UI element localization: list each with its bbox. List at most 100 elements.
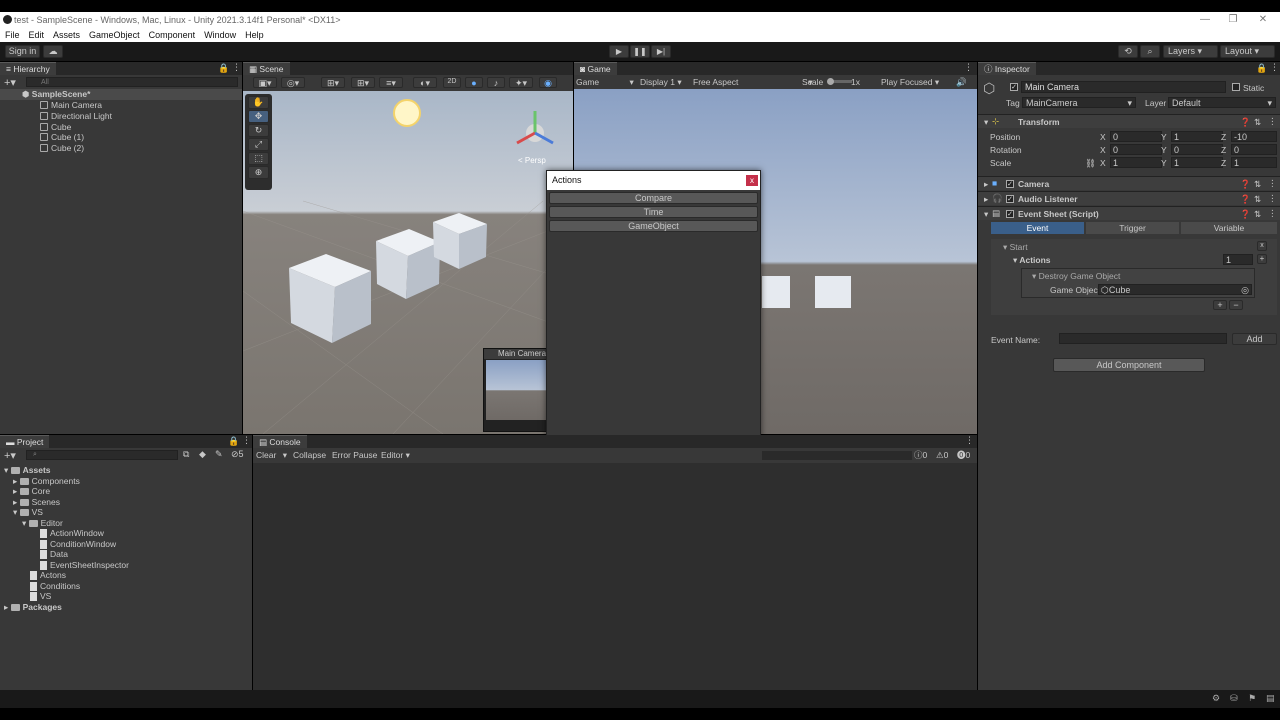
variable-tab[interactable]: Variable: [1181, 222, 1277, 234]
project-item[interactable]: ActionWindow: [40, 528, 104, 539]
gameobject-button[interactable]: GameObject: [549, 220, 758, 232]
search-icon[interactable]: ⌕: [1140, 45, 1160, 58]
add-action-button[interactable]: +: [1257, 254, 1267, 264]
tag-dropdown[interactable]: MainCamera ▾: [1022, 97, 1136, 108]
create-asset-icon[interactable]: +▾: [4, 449, 16, 462]
project-item[interactable]: ▸ Scenes: [13, 497, 60, 508]
scale-x-field[interactable]: 1: [1110, 157, 1162, 168]
trigger-tab[interactable]: Trigger: [1086, 222, 1179, 234]
actions-close-button[interactable]: x: [746, 175, 758, 186]
history-icon[interactable]: ⟲: [1118, 45, 1138, 58]
add-event-button[interactable]: Add: [1232, 333, 1277, 345]
position-z-field[interactable]: -10: [1231, 131, 1277, 142]
more-icon[interactable]: ⋮: [242, 435, 251, 446]
pause-button[interactable]: ❚❚: [630, 45, 650, 58]
project-item[interactable]: EventSheetInspector: [40, 560, 129, 571]
scene-viewport[interactable]: < Persp ✋ ✥ ↻ ⤢ ⬚ ⊕ Main Camera: [243, 91, 573, 434]
visibility-icon[interactable]: ◉: [539, 77, 557, 88]
hierarchy-item[interactable]: Cube: [40, 122, 71, 133]
effects-icon[interactable]: ✦▾: [509, 77, 533, 88]
menu-component[interactable]: Component: [149, 30, 196, 40]
menu-help[interactable]: Help: [245, 30, 264, 40]
object-name-field[interactable]: Main Camera: [1021, 81, 1226, 93]
rotation-x-field[interactable]: 0: [1110, 144, 1162, 155]
tab-hierarchy[interactable]: ≡ Hierarchy: [0, 62, 56, 75]
move-tool-icon[interactable]: ✥: [248, 110, 269, 123]
help-icon[interactable]: ❓: [1240, 209, 1251, 220]
preset-icon[interactable]: ⇅: [1254, 179, 1261, 190]
project-item[interactable]: ▸ Components: [13, 476, 80, 487]
scene-root[interactable]: ⬢ SampleScene*: [0, 89, 242, 100]
play-focused-dropdown[interactable]: Play Focused ▾: [881, 75, 939, 89]
tab-project[interactable]: ▬ Project: [0, 435, 50, 448]
menu-edit[interactable]: Edit: [29, 30, 45, 40]
project-item[interactable]: ▾ Editor: [22, 518, 63, 529]
rotation-y-field[interactable]: 0: [1171, 144, 1223, 155]
display-mode-dropdown[interactable]: Game ▾: [576, 75, 634, 89]
tab-inspector[interactable]: ⓘ Inspector: [978, 62, 1036, 75]
hierarchy-item[interactable]: Main Camera: [40, 100, 102, 111]
grid-snap-icon[interactable]: ⊞▾: [321, 77, 345, 88]
help-icon[interactable]: ❓: [1240, 117, 1251, 128]
link-icon[interactable]: ⛓: [1085, 158, 1096, 169]
scale-slider[interactable]: [827, 78, 852, 85]
shading-icon[interactable]: ◐▾: [413, 77, 437, 88]
project-item[interactable]: ▾ VS: [13, 507, 43, 518]
event-sheet-header[interactable]: ▾ ▤ ✓ Event Sheet (Script) ❓ ⇅ ⋮: [978, 206, 1280, 220]
layers-dropdown[interactable]: Layers ▾: [1163, 45, 1218, 58]
position-y-field[interactable]: 1: [1171, 131, 1223, 142]
project-item[interactable]: Actons: [30, 570, 66, 581]
transform-header[interactable]: ▾ ⊹ Transform ❓ ⇅ ⋮: [978, 114, 1280, 128]
object-picker-icon[interactable]: ◎: [1241, 285, 1249, 295]
lock-icon[interactable]: 🔒: [1256, 63, 1267, 74]
project-item[interactable]: ConditionWindow: [40, 539, 116, 550]
menu-window[interactable]: Window: [204, 30, 236, 40]
component-menu-icon[interactable]: ⋮: [1268, 178, 1277, 189]
actions-foldout[interactable]: ▾ Actions: [1013, 255, 1051, 266]
collapse-toggle[interactable]: Collapse: [293, 448, 326, 462]
editor-dropdown[interactable]: Editor ▾: [381, 448, 410, 462]
camera-enabled-checkbox[interactable]: ✓: [1006, 180, 1014, 188]
rotation-z-field[interactable]: 0: [1231, 144, 1277, 155]
cache-icon[interactable]: ⛁: [1230, 693, 1238, 704]
2d-toggle[interactable]: 2D: [443, 77, 461, 88]
menu-file[interactable]: File: [5, 30, 20, 40]
hierarchy-search-input[interactable]: All: [26, 77, 238, 87]
project-item[interactable]: Conditions: [30, 581, 80, 592]
sign-in-button[interactable]: Sign in: [5, 45, 40, 58]
clear-dropdown[interactable]: Clear ▾: [256, 448, 287, 462]
scale-tool-icon[interactable]: ⤢: [248, 138, 269, 151]
minus-button[interactable]: −: [1229, 300, 1243, 310]
progress-icon[interactable]: ▤: [1266, 693, 1275, 704]
more-icon[interactable]: ⋮: [965, 435, 974, 446]
add-object-icon[interactable]: +▾: [4, 76, 16, 89]
plus-button[interactable]: +: [1213, 300, 1227, 310]
preset-icon[interactable]: ⇅: [1254, 117, 1261, 128]
event-sheet-checkbox[interactable]: ✓: [1006, 210, 1014, 218]
play-button[interactable]: ▶: [609, 45, 629, 58]
gizmo-tool-icon[interactable]: ▣▾: [253, 77, 277, 88]
rotate-tool-icon[interactable]: ↻: [248, 124, 269, 137]
preset-icon[interactable]: ⇅: [1254, 209, 1261, 220]
display-dropdown[interactable]: Display 1 ▾: [640, 75, 682, 89]
remove-event-button[interactable]: x: [1257, 241, 1267, 251]
scale-y-field[interactable]: 1: [1171, 157, 1223, 168]
audio-listener-checkbox[interactable]: ✓: [1006, 195, 1014, 203]
time-button[interactable]: Time: [549, 206, 758, 218]
layer-dropdown[interactable]: Default ▾: [1168, 97, 1276, 108]
rect-tool-icon[interactable]: ⬚: [248, 152, 269, 165]
project-item[interactable]: ▸ Core: [13, 486, 50, 497]
hierarchy-item[interactable]: Directional Light: [40, 111, 112, 122]
grid-icon[interactable]: ⊞▾: [351, 77, 375, 88]
cloud-icon[interactable]: ☁: [43, 45, 63, 58]
position-x-field[interactable]: 0: [1110, 131, 1162, 142]
preset-icon[interactable]: ⇅: [1254, 194, 1261, 205]
event-tab[interactable]: Event: [991, 222, 1084, 234]
maximize-icon[interactable]: ❐: [1218, 12, 1248, 28]
pivot-icon[interactable]: ◎▾: [281, 77, 305, 88]
layout-dropdown[interactable]: Layout ▾: [1220, 45, 1275, 58]
error-pause-toggle[interactable]: Error Pause: [332, 448, 377, 462]
compare-button[interactable]: Compare: [549, 192, 758, 204]
console-search-input[interactable]: [762, 451, 912, 460]
step-button[interactable]: ▶|: [651, 45, 671, 58]
